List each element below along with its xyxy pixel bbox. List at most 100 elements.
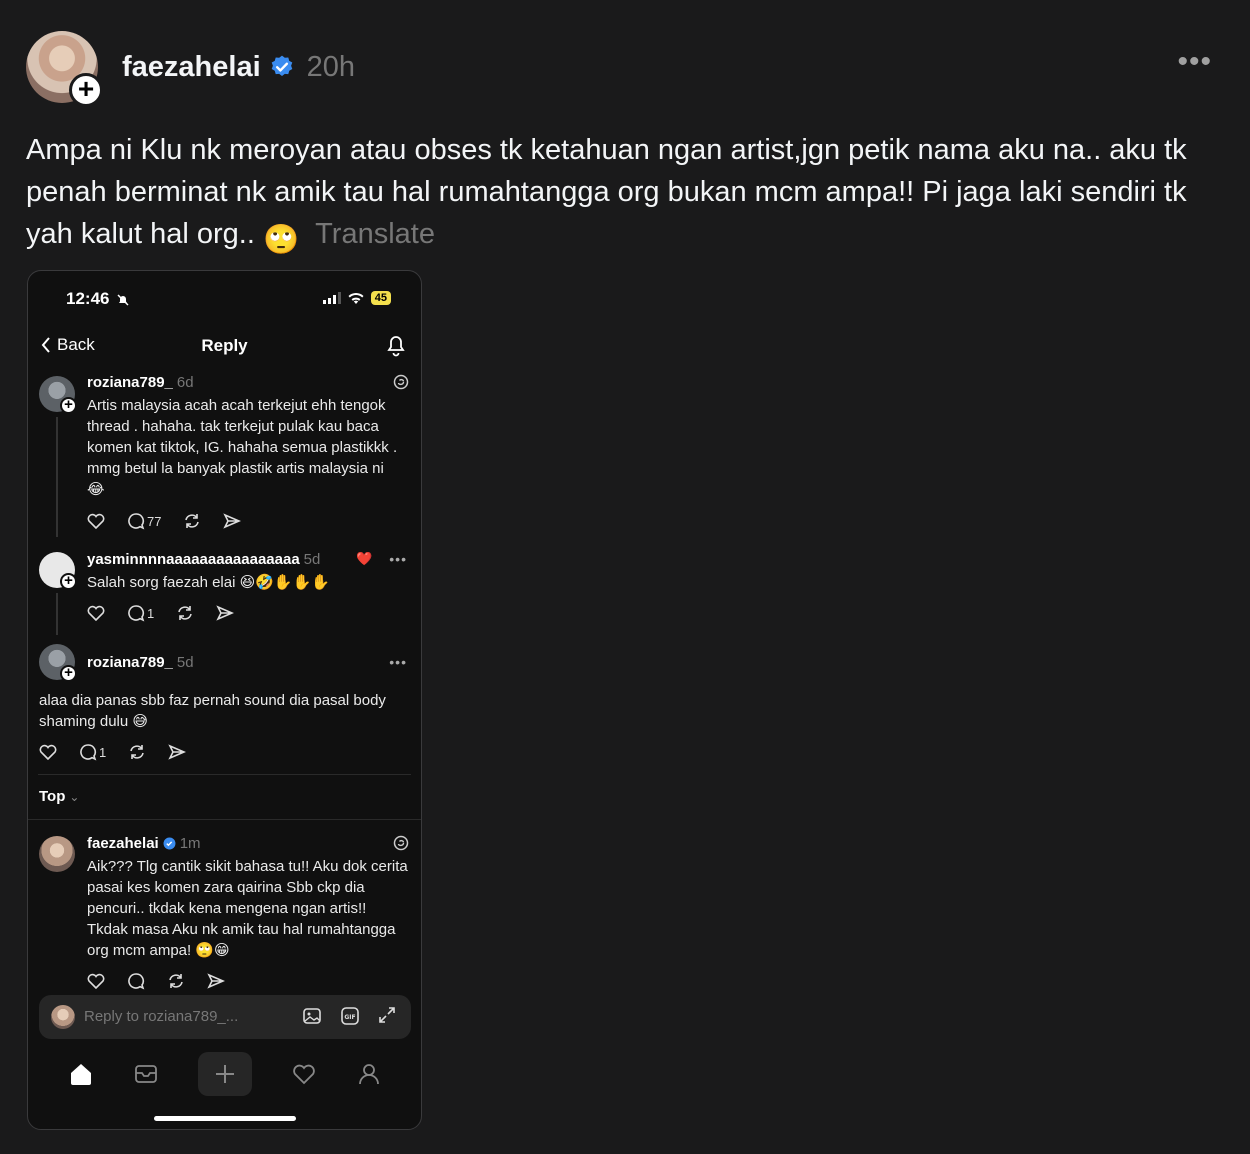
comment-emoji: 🙄😁 — [195, 942, 230, 959]
author-username[interactable]: faezahelai — [122, 51, 261, 84]
like-button[interactable] — [39, 744, 57, 760]
threads-logo-icon — [393, 374, 409, 390]
bell-muted-icon — [117, 294, 129, 306]
tab-bar — [28, 1051, 421, 1097]
follow-plus-icon[interactable]: + — [60, 573, 77, 590]
comment-actions: 77 — [87, 512, 263, 530]
post-header: + faezahelai 20h — [26, 30, 356, 107]
verified-badge-icon — [163, 837, 176, 850]
heart-icon[interactable] — [291, 1061, 317, 1087]
comment-username[interactable]: yasminnnnaaaaaaaaaaaaaaaa 5d — [87, 551, 320, 568]
wifi-icon — [348, 292, 364, 304]
comment-username[interactable]: roziana789_ 5d — [87, 654, 194, 671]
like-button[interactable] — [87, 973, 105, 989]
inbox-icon[interactable] — [133, 1061, 159, 1087]
cellular-signal-icon — [322, 292, 341, 304]
reply-count: 1 — [147, 605, 155, 621]
share-button[interactable] — [223, 512, 242, 530]
divider — [28, 819, 421, 820]
send-icon — [168, 744, 187, 760]
person-icon[interactable] — [356, 1061, 382, 1087]
comment-username[interactable]: faezahelai 1m — [87, 835, 201, 852]
comment-icon — [128, 513, 145, 530]
share-button[interactable] — [216, 604, 235, 622]
comment-avatar[interactable] — [39, 836, 75, 872]
expand-icon[interactable] — [377, 1005, 397, 1025]
share-button[interactable] — [168, 743, 187, 761]
comment-text: Salah sorg faezah elai 😆🤣✋✋✋ — [87, 574, 330, 591]
send-icon — [216, 605, 235, 621]
comment-actions: 1 — [39, 743, 208, 761]
post-text: Ampa ni Klu nk meroyan atau obses tk ket… — [26, 134, 1187, 250]
create-button[interactable] — [197, 1052, 252, 1096]
reply-button[interactable]: 1 — [79, 743, 106, 761]
post-timestamp: 20h — [306, 50, 356, 83]
heart-icon — [39, 744, 57, 760]
repost-button[interactable] — [167, 972, 185, 990]
reply-button[interactable] — [127, 972, 145, 990]
comment-text: Aik??? Tlg cantik sikit bahasa tu!! Aku … — [87, 858, 408, 959]
threads-logo-icon — [393, 835, 409, 851]
comment-username[interactable]: roziana789_ 6d — [87, 374, 194, 391]
reply-input-bar[interactable]: Reply to roziana789_... GIF — [39, 995, 411, 1039]
like-button[interactable] — [87, 513, 105, 529]
more-horizontal-icon[interactable]: ••• — [389, 551, 407, 567]
send-icon — [207, 973, 225, 989]
comment-emoji: 😆🤣✋✋✋ — [239, 574, 330, 591]
attached-screenshot[interactable]: 12:46 45 Back Reply + roziana789_ 6d Art… — [27, 270, 422, 1130]
plus-icon — [215, 1065, 234, 1083]
repost-icon — [178, 606, 193, 620]
battery-indicator: 45 — [370, 291, 391, 305]
verified-badge-icon — [271, 55, 292, 76]
reply-input[interactable]: Reply to roziana789_... — [84, 1008, 238, 1025]
comment-emoji: 😅 — [132, 713, 149, 730]
follow-plus-icon[interactable]: + — [60, 665, 77, 682]
author-avatar[interactable]: + — [26, 31, 103, 107]
translate-link[interactable]: Translate — [315, 218, 435, 250]
gif-icon[interactable]: GIF — [339, 1005, 361, 1027]
sort-dropdown[interactable]: Top ⌄ — [39, 788, 79, 805]
divider — [38, 774, 411, 775]
follow-plus-icon[interactable]: + — [60, 397, 77, 414]
status-time: 12:46 — [66, 289, 110, 308]
comment-icon — [80, 744, 97, 761]
send-icon — [223, 513, 242, 529]
comment-time: 5d — [176, 654, 194, 671]
repost-button[interactable] — [176, 604, 194, 622]
bell-icon[interactable] — [385, 333, 407, 357]
heart-icon — [87, 513, 105, 529]
chevron-down-icon: ⌄ — [69, 790, 80, 804]
comment-actions — [87, 972, 247, 990]
home-icon[interactable] — [68, 1061, 94, 1087]
nav-bar: Back Reply — [28, 329, 421, 365]
image-icon[interactable] — [301, 1005, 323, 1027]
share-button[interactable] — [207, 972, 225, 990]
more-horizontal-icon[interactable]: ••• — [1177, 47, 1212, 77]
reply-button[interactable]: 77 — [127, 512, 161, 530]
comment-icon — [128, 973, 145, 990]
reply-count: 1 — [99, 744, 107, 760]
heart-icon — [87, 605, 105, 621]
sort-label: Top — [39, 788, 66, 805]
comment-time: 5d — [303, 551, 321, 568]
home-indicator — [154, 1116, 296, 1121]
svg-text:GIF: GIF — [344, 1014, 355, 1021]
comment-time: 1m — [179, 835, 201, 852]
comment-emoji: 😂 — [87, 481, 105, 498]
like-button[interactable] — [87, 605, 105, 621]
more-horizontal-icon[interactable]: ••• — [389, 654, 407, 670]
reply-button[interactable]: 1 — [127, 604, 154, 622]
reply-count: 77 — [147, 513, 162, 529]
comment-text: Artis malaysia acah acah terkejut ehh te… — [87, 397, 398, 498]
thread-line — [56, 417, 58, 537]
post-body: Ampa ni Klu nk meroyan atau obses tk ket… — [26, 129, 1206, 261]
repost-button[interactable] — [128, 743, 146, 761]
repost-icon — [169, 974, 183, 988]
post-emoji: 🙄 — [262, 224, 300, 256]
thread-line — [56, 593, 58, 635]
comment-actions: 1 — [87, 604, 256, 622]
repost-button[interactable] — [183, 512, 201, 530]
repost-icon — [185, 514, 200, 528]
liked-by-author-icon: ❤️ — [356, 551, 373, 566]
follow-plus-icon[interactable]: + — [69, 73, 103, 107]
